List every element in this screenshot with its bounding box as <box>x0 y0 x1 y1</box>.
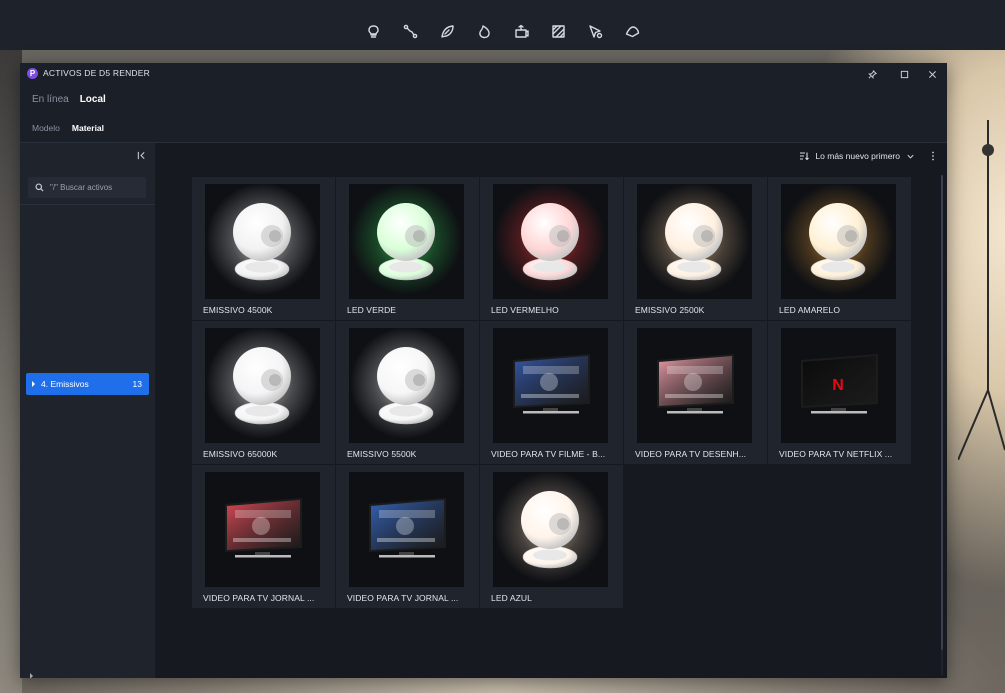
sort-bar: Lo más nuevo primero <box>799 151 935 161</box>
sidebar-item-emissivos[interactable]: 4. Emissivos 13 <box>26 373 149 395</box>
tab-model[interactable]: Modelo <box>32 123 60 133</box>
source-tabs: En línea Local <box>32 94 106 105</box>
emissive-sphere-thumbnail <box>205 328 320 443</box>
emissive-sphere-thumbnail <box>349 328 464 443</box>
expand-arrow-icon <box>32 381 35 387</box>
tv-video-thumbnail: N <box>781 328 896 443</box>
asset-label: LED AMARELO <box>779 305 841 315</box>
asset-card[interactable]: VIDEO PARA TV JORNAL ... <box>192 465 335 608</box>
cursor-pin-icon[interactable] <box>577 18 614 44</box>
svg-text:N: N <box>832 377 844 394</box>
asset-card[interactable]: EMISSIVO 5500K <box>336 321 479 464</box>
asset-label: VIDEO PARA TV DESENH... <box>635 449 747 459</box>
asset-label: LED VERMELHO <box>491 305 559 315</box>
pin-icon[interactable] <box>864 66 880 82</box>
tv-video-thumbnail <box>205 472 320 587</box>
asset-label: VIDEO PARA TV JORNAL ... <box>347 593 459 603</box>
collapse-sidebar-icon[interactable] <box>134 148 148 162</box>
terrain-icon[interactable] <box>614 18 651 44</box>
sort-dropdown[interactable]: Lo más nuevo primero <box>799 151 915 161</box>
tab-local[interactable]: Local <box>80 94 106 105</box>
search-box <box>28 177 146 198</box>
sort-icon <box>799 151 810 161</box>
asset-card[interactable]: N VIDEO PARA TV NETFLIX ... <box>768 321 911 464</box>
fire-icon[interactable] <box>466 18 503 44</box>
chevron-down-icon <box>906 152 915 161</box>
emissive-sphere-thumbnail <box>349 184 464 299</box>
category-count: 13 <box>132 379 142 389</box>
category-count: … <box>140 671 148 679</box>
close-icon[interactable] <box>924 66 940 82</box>
texture-icon[interactable] <box>540 18 577 44</box>
assets-window: P ACTIVOS DE D5 RENDER En línea Local Mo… <box>20 63 947 678</box>
background-left-edge <box>0 50 22 693</box>
asset-label: VIDEO PARA TV NETFLIX ... <box>779 449 893 459</box>
d5-logo-icon: P <box>27 68 38 79</box>
asset-label: VIDEO PARA TV FILME - B... <box>491 449 606 459</box>
asset-label: VIDEO PARA TV JORNAL ... <box>203 593 315 603</box>
more-options-icon[interactable] <box>931 151 935 161</box>
camera-rig-icon[interactable] <box>503 18 540 44</box>
asset-label: EMISSIVO 65000K <box>203 449 278 459</box>
tab-material[interactable]: Material <box>72 123 104 133</box>
sort-label: Lo más nuevo primero <box>815 151 900 161</box>
asset-card[interactable]: EMISSIVO 2500K <box>624 177 767 320</box>
path-tool-icon[interactable] <box>392 18 429 44</box>
top-toolbar <box>0 0 1005 50</box>
search-icon <box>35 183 44 192</box>
maximize-icon[interactable] <box>896 66 912 82</box>
sidebar-item-partial[interactable]: … … <box>30 670 148 678</box>
emissive-sphere-thumbnail <box>637 184 752 299</box>
sidebar-divider <box>20 204 155 205</box>
asset-card[interactable]: VIDEO PARA TV JORNAL ... <box>336 465 479 608</box>
window-title: ACTIVOS DE D5 RENDER <box>43 68 150 78</box>
tv-video-thumbnail <box>637 328 752 443</box>
tv-video-thumbnail <box>493 328 608 443</box>
asset-card[interactable]: EMISSIVO 4500K <box>192 177 335 320</box>
tv-video-thumbnail <box>349 472 464 587</box>
asset-card[interactable]: LED AZUL <box>480 465 623 608</box>
emissive-sphere-thumbnail <box>493 472 608 587</box>
type-tabs: Modelo Material <box>32 123 104 133</box>
asset-grid: EMISSIVO 4500K LED VERDE LED VERMELHO EM… <box>192 177 911 608</box>
asset-label: EMISSIVO 5500K <box>347 449 417 459</box>
asset-card[interactable]: LED VERMELHO <box>480 177 623 320</box>
category-label: … <box>45 671 53 679</box>
category-sidebar: 4. Emissivos 13 … … <box>20 143 155 678</box>
category-label: 4. Emissivos <box>41 379 89 389</box>
emissive-sphere-thumbnail <box>205 184 320 299</box>
asset-card[interactable]: EMISSIVO 65000K <box>192 321 335 464</box>
lightbulb-icon[interactable] <box>355 18 392 44</box>
studio-light-stand <box>958 120 1005 460</box>
asset-label: LED AZUL <box>491 593 532 603</box>
emissive-sphere-thumbnail <box>781 184 896 299</box>
leaf-icon[interactable] <box>429 18 466 44</box>
emissive-sphere-thumbnail <box>493 184 608 299</box>
asset-card[interactable]: LED AMARELO <box>768 177 911 320</box>
search-input[interactable] <box>50 183 140 192</box>
asset-label: EMISSIVO 4500K <box>203 305 273 315</box>
scrollbar[interactable] <box>941 175 943 650</box>
window-titlebar[interactable]: P ACTIVOS DE D5 RENDER <box>20 63 947 85</box>
expand-arrow-icon <box>30 673 33 678</box>
asset-card[interactable]: VIDEO PARA TV FILME - B... <box>480 321 623 464</box>
asset-card[interactable]: VIDEO PARA TV DESENH... <box>624 321 767 464</box>
asset-content: Lo más nuevo primero EMISSIVO 4500K LED … <box>155 143 947 678</box>
asset-label: EMISSIVO 2500K <box>635 305 705 315</box>
asset-card[interactable]: LED VERDE <box>336 177 479 320</box>
tab-online[interactable]: En línea <box>32 94 69 105</box>
asset-label: LED VERDE <box>347 305 397 315</box>
